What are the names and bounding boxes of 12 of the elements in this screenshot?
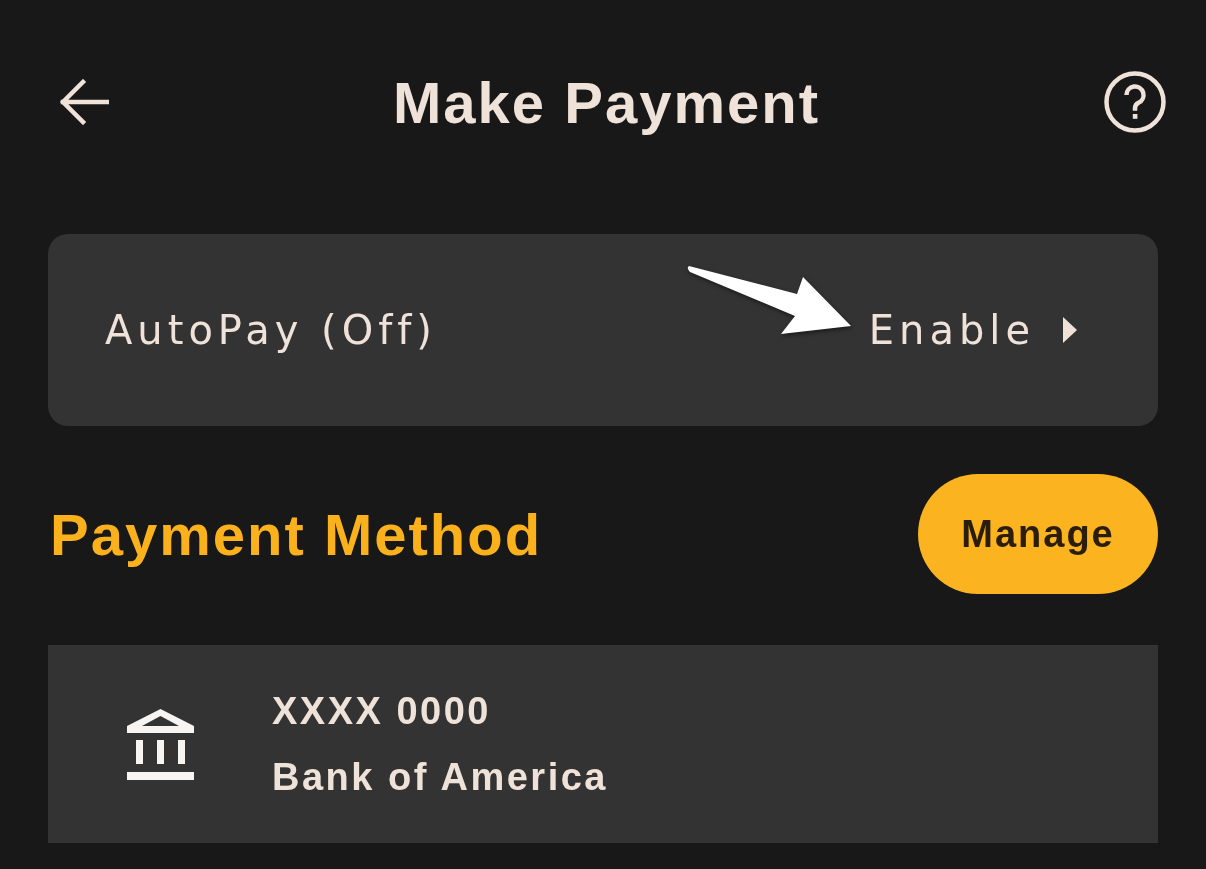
bank-name: Bank of America [272,755,608,799]
autopay-label: AutoPay (Off) [105,307,437,353]
section-heading: Payment Method [50,500,543,568]
help-icon[interactable] [1104,71,1166,133]
manage-button[interactable]: Manage [918,474,1158,594]
caret-icon [1063,317,1077,343]
account-number: XXXX 0000 [272,689,491,733]
enable-link[interactable]: Enable [868,307,1077,353]
bank-building-icon [127,708,194,780]
back-arrow-icon[interactable] [59,79,109,125]
bank-account-card[interactable]: XXXX 0000 Bank of America [48,645,1158,843]
page-title: Make Payment [393,68,820,136]
